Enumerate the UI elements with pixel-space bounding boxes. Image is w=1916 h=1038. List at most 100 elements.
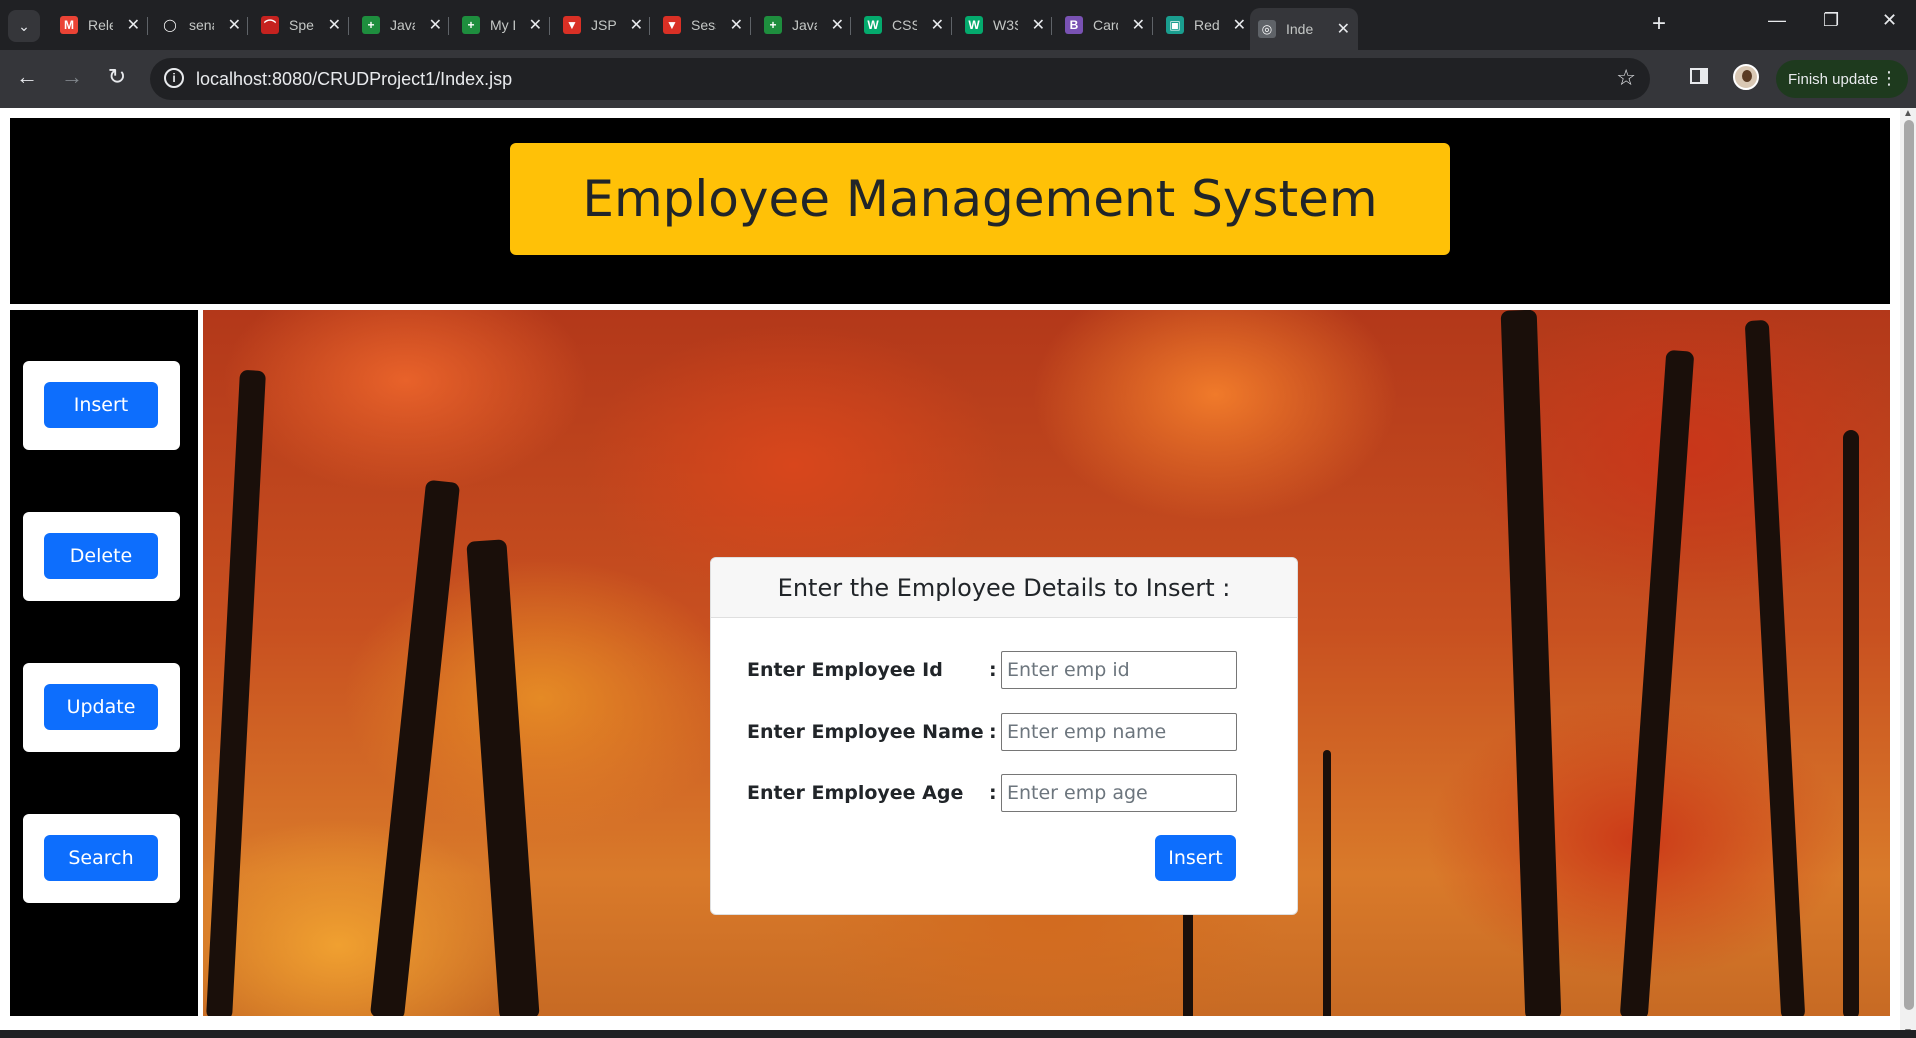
employee-age-row: Enter Employee Age : [747,774,1237,812]
reload-icon[interactable]: ↻ [102,64,132,90]
browser-tab[interactable]: ▼ Sessi ✕ [655,8,751,42]
browser-toolbar: ← → ↻ i localhost:8080/CRUDProject1/Inde… [0,50,1916,108]
vivaldi-icon: ▼ [563,16,581,34]
w3schools-icon: W [864,16,882,34]
title-banner: Employee Management System [510,143,1450,255]
tab-separator [247,17,248,35]
employee-age-input[interactable] [1001,774,1237,812]
browser-tab[interactable]: ▣ Red l ✕ [1158,8,1254,42]
forward-arrow-icon[interactable]: → [57,64,87,90]
browser-tab[interactable]: B Card ✕ [1057,8,1153,42]
browser-tab[interactable]: + Java ✕ [354,8,450,42]
tab-separator [951,17,952,35]
sheets-icon: + [362,16,380,34]
finish-update-button[interactable]: Finish update ⋮ [1776,60,1908,98]
tab-close-icon[interactable]: ✕ [630,15,643,35]
site-icon: ▣ [1166,16,1184,34]
tab-title: senat [189,17,214,33]
tree-trunk [1843,430,1859,1016]
employee-id-label: Enter Employee Id [747,659,943,681]
tab-close-icon[interactable]: ✕ [931,15,944,35]
profile-avatar[interactable] [1733,64,1759,90]
browser-tab[interactable]: ◎ Inde ✕ [1250,8,1358,50]
insert-nav-button[interactable]: Insert [44,382,158,428]
browser-tab[interactable]: W CSS ( ✕ [856,8,952,42]
gmail-icon: M [60,16,78,34]
tab-close-icon[interactable]: ✕ [529,15,542,35]
tab-separator [1152,17,1153,35]
tab-title: Sperı [289,17,314,33]
employee-age-label: Enter Employee Age [747,782,964,804]
tab-separator [448,17,449,35]
tab-separator [348,17,349,35]
tab-title: Relev [88,17,113,33]
tab-title: My D [490,17,515,33]
employee-name-input[interactable] [1001,713,1237,751]
more-menu-icon[interactable]: ⋮ [1880,68,1898,89]
employee-name-row: Enter Employee Name : [747,713,1237,751]
tab-close-icon[interactable]: ✕ [429,15,442,35]
delete-nav-button[interactable]: Delete [44,533,158,579]
employee-id-row: Enter Employee Id : [747,651,1237,689]
site-info-icon[interactable]: i [164,68,184,88]
browser-tab[interactable]: + My D ✕ [454,8,550,42]
tab-title: Card [1093,17,1118,33]
menu-card-insert: Insert [23,361,180,450]
finish-update-label: Finish update [1788,70,1879,88]
address-bar[interactable]: i localhost:8080/CRUDProject1/Index.jsp … [150,58,1650,100]
tab-title: Red l [1194,17,1219,33]
back-arrow-icon[interactable]: ← [12,64,42,90]
employee-name-label: Enter Employee Name [747,721,984,743]
page-title: Employee Management System [582,170,1378,228]
menu-card-search: Search [23,814,180,903]
browser-tab[interactable]: ◯ senat ✕ [153,8,249,42]
tab-title: Inde [1286,21,1314,37]
tree-trunk [1323,750,1331,1016]
scroll-up-arrow-icon[interactable]: ▲ [1903,108,1913,119]
browser-tab[interactable]: ▼ JSP E ✕ [555,8,651,42]
tab-close-icon[interactable]: ✕ [831,15,844,35]
bootstrap-icon: B [1065,16,1083,34]
menu-card-delete: Delete [23,512,180,601]
bookmark-star-icon[interactable]: ☆ [1616,65,1636,91]
browser-tab[interactable]: + Java ✕ [756,8,852,42]
vivaldi-icon: ▼ [663,16,681,34]
url-text[interactable]: localhost:8080/CRUDProject1/Index.jsp [196,69,512,90]
tab-separator [1051,17,1052,35]
tab-title: Sessi [691,17,716,33]
employee-id-colon: : [989,659,997,681]
page-scrollbar[interactable]: ▲ ▼ [1900,108,1916,1038]
browser-tab[interactable]: M Relev ✕ [52,8,148,42]
tab-close-icon[interactable]: ✕ [328,15,341,35]
tab-close-icon[interactable]: ✕ [730,15,743,35]
w3schools-icon: W [965,16,983,34]
restore-icon[interactable]: ❐ [1823,10,1839,31]
minimize-icon[interactable]: — [1768,10,1786,31]
tab-close-icon[interactable]: ✕ [1233,15,1246,35]
header-band: Employee Management System [10,118,1890,304]
bottom-edge [0,1030,1916,1038]
globe-icon: ◎ [1258,20,1276,38]
tab-close-icon[interactable]: ✕ [1132,15,1145,35]
browser-tab[interactable]: W W3S ✕ [957,8,1053,42]
tab-close-icon[interactable]: ✕ [127,15,140,35]
insert-submit-button[interactable]: Insert [1155,835,1236,881]
side-panel-icon[interactable] [1690,68,1708,84]
tab-separator [750,17,751,35]
browser-tab[interactable]: ⌒ Sperı ✕ [253,8,349,42]
employee-id-input[interactable] [1001,651,1237,689]
tab-search-chevron-icon[interactable]: ⌄ [8,10,40,42]
update-nav-button[interactable]: Update [44,684,158,730]
tab-title: CSS ( [892,17,917,33]
scrollbar-thumb[interactable] [1904,120,1914,1010]
tab-title: JSP E [591,17,616,33]
tab-close-icon[interactable]: ✕ [1337,19,1350,39]
search-nav-button[interactable]: Search [44,835,158,881]
tab-close-icon[interactable]: ✕ [228,15,241,35]
close-window-icon[interactable]: ✕ [1882,10,1897,31]
new-tab-plus-icon[interactable]: + [1652,10,1666,38]
tab-title: Java [390,17,415,33]
tab-separator [850,17,851,35]
employee-age-colon: : [989,782,997,804]
tab-close-icon[interactable]: ✕ [1032,15,1045,35]
